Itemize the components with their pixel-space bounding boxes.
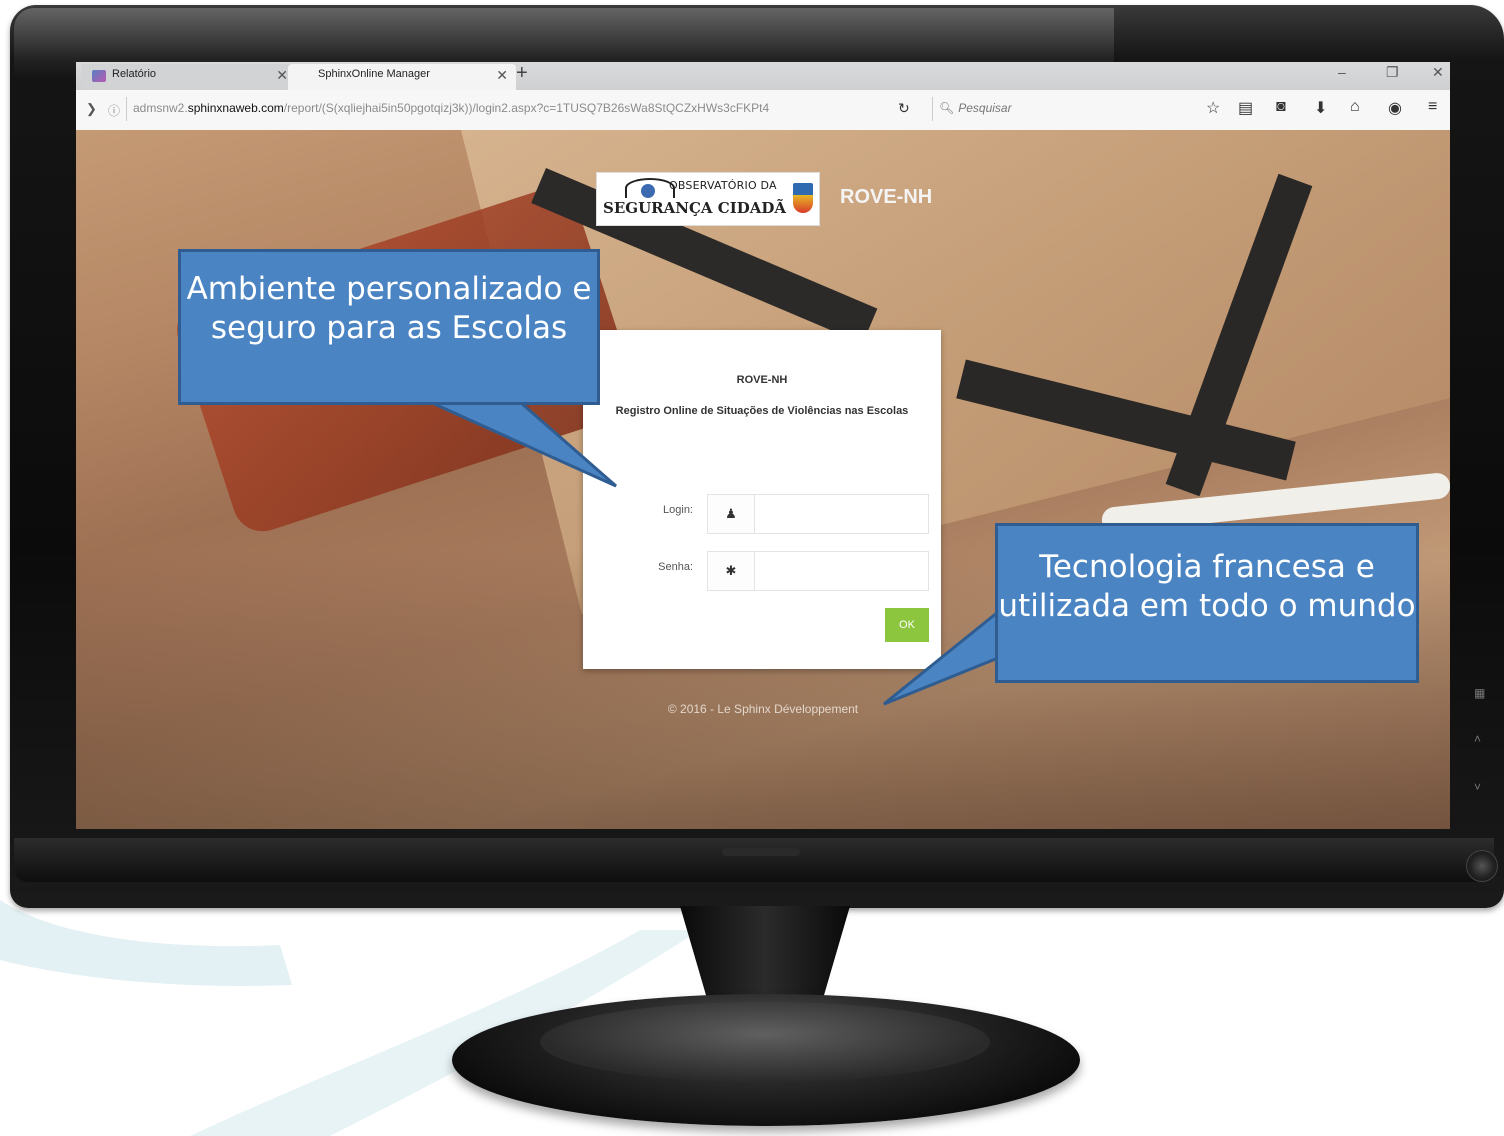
user-icon: ♟ — [708, 495, 755, 533]
address-bar[interactable]: admsnw2.sphinxnaweb.com/report/(S(xqliej… — [126, 97, 910, 121]
password-field-group: ✱ — [707, 551, 929, 591]
tab-label: SphinxOnline Manager — [318, 68, 430, 80]
monitor-down-button[interactable]: ˅ — [1474, 780, 1481, 794]
login-input[interactable] — [755, 495, 928, 533]
monitor-menu-button[interactable]: ▦ — [1474, 686, 1485, 700]
close-icon[interactable]: ✕ — [276, 67, 288, 84]
minimize-icon[interactable]: – — [1338, 64, 1346, 80]
logo-line1: OBSERVATÓRIO DA — [669, 179, 777, 192]
login-title: ROVE-NH — [736, 374, 788, 386]
password-input[interactable] — [755, 552, 928, 590]
monitor-brand-mark — [722, 848, 800, 856]
back-arrow-icon[interactable]: ❯ — [86, 101, 97, 117]
site-title: ROVE-NH — [840, 186, 933, 208]
search-icon: 🔍︎ — [939, 101, 955, 115]
new-tab-icon[interactable]: + — [516, 62, 528, 85]
close-window-icon[interactable]: ✕ — [1432, 64, 1444, 81]
eye-logo-icon — [625, 178, 675, 198]
ok-button[interactable]: OK — [885, 608, 929, 642]
bookmark-star-icon[interactable]: ☆ — [1206, 98, 1220, 118]
close-icon[interactable]: ✕ — [496, 67, 508, 84]
download-icon[interactable]: ⬇ — [1314, 98, 1327, 118]
chat-icon[interactable]: ◉ — [1388, 98, 1402, 118]
login-label: Login: — [663, 504, 693, 516]
login-subtitle: Registro Online de Situações de Violênci… — [615, 405, 909, 417]
callout-personalized: Ambiente personalizado e seguro para as … — [178, 249, 600, 405]
password-label: Senha: — [658, 561, 693, 573]
tab-relatorio[interactable]: Relatório ✕ — [82, 64, 296, 90]
login-card: ROVE-NH Registro Online de Situações de … — [583, 330, 941, 669]
reading-list-icon[interactable]: ▤ — [1238, 98, 1253, 118]
search-input[interactable]: 🔍︎ Pesquisar — [932, 97, 1192, 121]
hamburger-menu-icon[interactable]: ≡ — [1428, 98, 1437, 116]
pocket-icon[interactable]: ◙ — [1276, 98, 1286, 116]
logo-line2: SEGURANÇA CIDADÃ — [603, 199, 787, 217]
bezel-bottom — [14, 838, 1494, 882]
reload-icon[interactable]: ↻ — [898, 100, 910, 117]
tab-sphinxonline-manager[interactable]: SphinxOnline Manager ✕ — [288, 64, 516, 90]
monitor-base-top — [540, 1002, 990, 1082]
tab-favicon-icon — [92, 70, 106, 82]
home-icon[interactable]: ⌂ — [1350, 98, 1360, 116]
browser-tab-bar: Relatório ✕ SphinxOnline Manager ✕ + – ❐… — [76, 62, 1450, 90]
monitor-screen: Relatório ✕ SphinxOnline Manager ✕ + – ❐… — [76, 62, 1450, 829]
footer-copyright: © 2016 - Le Sphinx Développement — [667, 702, 859, 716]
browser-nav-bar: ❯ ⓘ admsnw2.sphinxnaweb.com/report/(S(xq… — [76, 90, 1450, 131]
restore-icon[interactable]: ❐ — [1386, 64, 1399, 81]
login-field-group: ♟ — [707, 494, 929, 534]
tab-label: Relatório — [112, 68, 157, 80]
login-page: OBSERVATÓRIO DA SEGURANÇA CIDADÃ ROVE-NH… — [76, 130, 1450, 829]
power-button[interactable] — [1466, 850, 1498, 882]
city-crest-icon — [793, 183, 813, 213]
observatorio-logo: OBSERVATÓRIO DA SEGURANÇA CIDADÃ — [596, 172, 820, 226]
asterisk-icon: ✱ — [708, 552, 755, 590]
info-icon[interactable]: ⓘ — [108, 102, 120, 119]
callout-technology: Tecnologia francesa e utilizada em todo … — [995, 523, 1419, 683]
monitor-up-button[interactable]: ˄ — [1474, 732, 1481, 746]
